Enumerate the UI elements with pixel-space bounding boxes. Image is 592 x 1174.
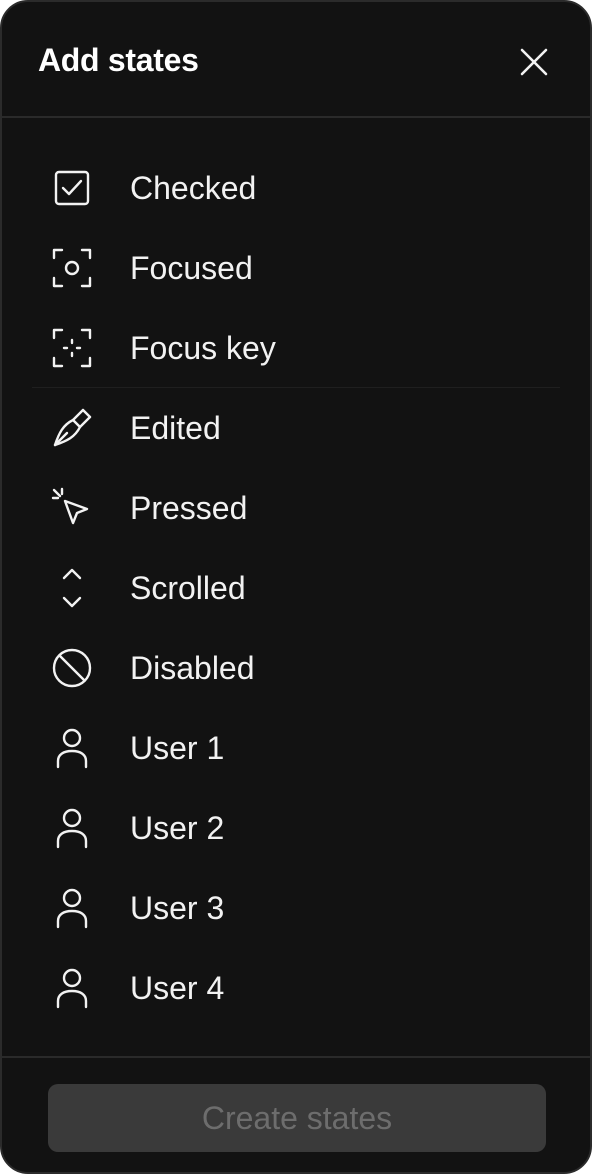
state-label: Edited: [130, 410, 221, 446]
pen-nib-icon: [48, 406, 96, 450]
add-states-dialog: Add states Checked Focused Focus key Edi…: [0, 0, 592, 1174]
state-item-pressed[interactable]: Pressed: [2, 468, 590, 548]
state-item-focused[interactable]: Focused: [2, 228, 590, 308]
state-label: Pressed: [130, 490, 248, 526]
state-label: User 1: [130, 730, 225, 766]
state-item-user-3[interactable]: User 3: [2, 868, 590, 948]
state-label: User 2: [130, 810, 225, 846]
scroll-chevrons-icon: [48, 566, 96, 610]
state-label: User 3: [130, 890, 225, 926]
state-item-checked[interactable]: Checked: [2, 148, 590, 228]
state-item-user-4[interactable]: User 4: [2, 948, 590, 1028]
close-button[interactable]: [512, 40, 556, 84]
dialog-title: Add states: [38, 42, 199, 78]
focus-key-icon: [48, 326, 96, 370]
state-item-user-2[interactable]: User 2: [2, 788, 590, 868]
state-label: Scrolled: [130, 570, 246, 606]
user-icon: [48, 886, 96, 930]
create-states-button[interactable]: Create states: [48, 1084, 546, 1152]
state-item-focus-key[interactable]: Focus key: [2, 308, 590, 388]
focus-frame-icon: [48, 246, 96, 290]
state-label: User 4: [130, 970, 225, 1006]
state-label: Disabled: [130, 650, 255, 686]
state-item-scrolled[interactable]: Scrolled: [2, 548, 590, 628]
state-label: Checked: [130, 170, 257, 206]
states-list: Checked Focused Focus key Edited Pressed…: [2, 148, 590, 1028]
checkbox-checked-icon: [48, 166, 96, 210]
state-label: Focus key: [130, 330, 276, 366]
state-item-user-1[interactable]: User 1: [2, 708, 590, 788]
close-icon: [519, 47, 549, 77]
prohibited-icon: [48, 646, 96, 690]
user-icon: [48, 966, 96, 1010]
user-icon: [48, 726, 96, 770]
user-icon: [48, 806, 96, 850]
state-item-disabled[interactable]: Disabled: [2, 628, 590, 708]
state-label: Focused: [130, 250, 253, 286]
dialog-footer: Create states: [2, 1056, 590, 1172]
dialog-header: Add states: [2, 2, 590, 118]
cursor-click-icon: [48, 486, 96, 530]
state-item-edited[interactable]: Edited: [2, 388, 590, 468]
